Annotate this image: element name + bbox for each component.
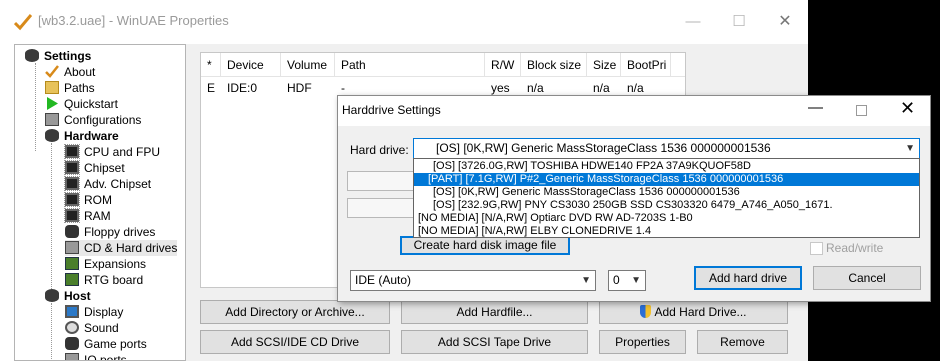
floppy-icon <box>65 225 79 238</box>
unit-select-value: 0 <box>613 273 620 287</box>
chevron-down-icon: ▼ <box>581 275 591 286</box>
dialog-close-button[interactable]: ✕ <box>900 98 915 119</box>
controller-select[interactable]: IDE (Auto) ▼ <box>350 270 596 291</box>
io-icon <box>65 353 79 360</box>
chip-icon <box>64 192 80 207</box>
harddrive-settings-dialog: Harddrive Settings — ✕ Hard drive: [OS] … <box>337 95 931 302</box>
tree-item-game-ports[interactable]: Game ports <box>65 336 147 352</box>
dialog-minimize-button[interactable]: — <box>808 99 823 116</box>
board-icon <box>65 257 79 270</box>
hard-drive-dropdown-list[interactable]: [OS] [3726.0G,RW] TOSHIBA HDWE140 FP2A 3… <box>413 158 920 238</box>
tree-item-ram[interactable]: RAM <box>64 208 111 224</box>
hard-drive-icon <box>65 241 79 254</box>
play-icon <box>47 97 58 110</box>
board-icon <box>65 273 79 286</box>
tree-item-cd-hard-drives[interactable]: CD & Hard drives <box>65 240 178 256</box>
add-hardfile-button[interactable]: Add Hardfile... <box>401 300 588 324</box>
tree-item-configurations[interactable]: Configurations <box>45 112 141 128</box>
hard-drive-label: Hard drive: <box>350 143 409 157</box>
add-directory-button[interactable]: Add Directory or Archive... <box>200 300 390 324</box>
settings-tree[interactable]: Settings About Paths Quickstart Configur… <box>14 44 186 361</box>
list-header: * Device Volume Path R/W Block size Size… <box>201 53 685 77</box>
tree-item-about[interactable]: About <box>45 64 95 80</box>
read-write-checkbox[interactable] <box>810 242 823 255</box>
column-header[interactable]: Path <box>335 53 485 77</box>
paths-icon <box>45 81 59 94</box>
tree-item-adv-chipset[interactable]: Adv. Chipset <box>64 176 151 192</box>
column-header[interactable]: R/W <box>485 53 521 77</box>
cell: E <box>207 81 216 95</box>
remove-button[interactable]: Remove <box>697 330 788 354</box>
maximize-button[interactable]: ☐ <box>716 8 762 36</box>
chevron-down-icon: ▼ <box>905 143 915 154</box>
column-header[interactable]: Device <box>221 53 281 77</box>
configurations-icon <box>45 113 59 126</box>
dropdown-option[interactable]: [NO MEDIA] [N/A,RW] Optiarc DVD RW AD-72… <box>414 212 919 225</box>
tree-item-settings[interactable]: Settings <box>25 48 91 64</box>
dialog-maximize-button[interactable] <box>856 105 867 116</box>
add-hard-drive-button[interactable]: Add Hard Drive... <box>599 300 788 324</box>
column-header[interactable]: * <box>201 53 221 77</box>
window-title: [wb3.2.uae] - WinUAE Properties <box>38 13 229 28</box>
dropdown-option-selected[interactable]: [PART] [7.1G,RW] P#2_Generic MassStorage… <box>414 173 919 186</box>
column-header[interactable]: BootPri <box>621 53 671 77</box>
column-header[interactable]: Volume <box>281 53 335 77</box>
close-button[interactable]: ✕ <box>762 8 808 36</box>
tree-item-host[interactable]: Host <box>45 288 91 304</box>
dropdown-option[interactable]: [OS] [3726.0G,RW] TOSHIBA HDWE140 FP2A 3… <box>414 160 919 173</box>
dialog-title: Harddrive Settings <box>342 103 441 117</box>
hardware-icon <box>45 129 59 142</box>
tree-item-rtg-board[interactable]: RTG board <box>65 272 143 288</box>
controller-select-value: IDE (Auto) <box>355 273 412 287</box>
tree-item-chipset[interactable]: Chipset <box>64 160 125 176</box>
chip-icon <box>64 160 80 175</box>
tree-item-sound[interactable]: Sound <box>65 320 119 336</box>
unit-select[interactable]: 0 ▼ <box>608 270 646 291</box>
dropdown-option[interactable]: [OS] [232.9G,RW] PNY CS3030 250GB SSD CS… <box>414 199 919 212</box>
settings-icon <box>25 49 39 62</box>
tree-item-cpu[interactable]: CPU and FPU <box>64 144 160 160</box>
minimize-button[interactable]: — <box>670 8 716 36</box>
obscured-field <box>347 198 415 218</box>
cell: IDE:0 <box>227 81 258 95</box>
tree-item-quickstart[interactable]: Quickstart <box>45 96 118 112</box>
checkmark-icon <box>45 65 59 78</box>
add-cd-drive-button[interactable]: Add SCSI/IDE CD Drive <box>200 330 390 354</box>
column-header[interactable]: Block size <box>521 53 587 77</box>
create-image-button[interactable]: Create hard disk image file <box>400 236 570 255</box>
dropdown-option[interactable]: [OS] [0K,RW] Generic MassStorageClass 15… <box>414 186 919 199</box>
hard-drive-select-value: [OS] [0K,RW] Generic MassStorageClass 15… <box>436 141 771 155</box>
host-icon <box>45 289 59 302</box>
add-tape-drive-button[interactable]: Add SCSI Tape Drive <box>401 330 588 354</box>
gamepad-icon <box>65 337 79 350</box>
hard-drive-select[interactable]: [OS] [0K,RW] Generic MassStorageClass 15… <box>413 138 920 159</box>
read-write-label: Read/write <box>826 241 884 255</box>
chip-icon <box>64 144 80 159</box>
cancel-button[interactable]: Cancel <box>813 266 921 290</box>
dropdown-option[interactable]: [NO MEDIA] [N/A,RW] ELBY CLONEDRIVE 1.4 <box>414 225 919 238</box>
chip-icon <box>64 208 80 223</box>
tree-item-floppy[interactable]: Floppy drives <box>65 224 155 240</box>
properties-button[interactable]: Properties <box>599 330 686 354</box>
chip-icon <box>64 176 80 191</box>
display-icon <box>65 305 79 318</box>
dialog-title-bar: Harddrive Settings — ✕ <box>338 96 930 126</box>
winuae-checkmark-icon <box>14 14 32 31</box>
column-header[interactable]: Size <box>587 53 621 77</box>
tree-item-io-ports[interactable]: IO ports <box>65 352 127 360</box>
tree-item-expansions[interactable]: Expansions <box>65 256 146 272</box>
chevron-down-icon: ▼ <box>631 275 641 286</box>
tree-item-display[interactable]: Display <box>65 304 123 320</box>
uac-shield-icon <box>640 305 652 318</box>
cell: HDF <box>287 81 312 95</box>
tree-item-paths[interactable]: Paths <box>45 80 95 96</box>
obscured-field <box>347 171 415 191</box>
tree-item-rom[interactable]: ROM <box>64 192 112 208</box>
tree-item-hardware[interactable]: Hardware <box>45 128 119 144</box>
add-hard-drive-confirm-button[interactable]: Add hard drive <box>694 266 802 290</box>
sound-icon <box>65 321 79 334</box>
title-bar: [wb3.2.uae] - WinUAE Properties — ☐ ✕ <box>0 0 808 44</box>
add-hard-drive-label: Add Hard Drive... <box>654 305 747 319</box>
